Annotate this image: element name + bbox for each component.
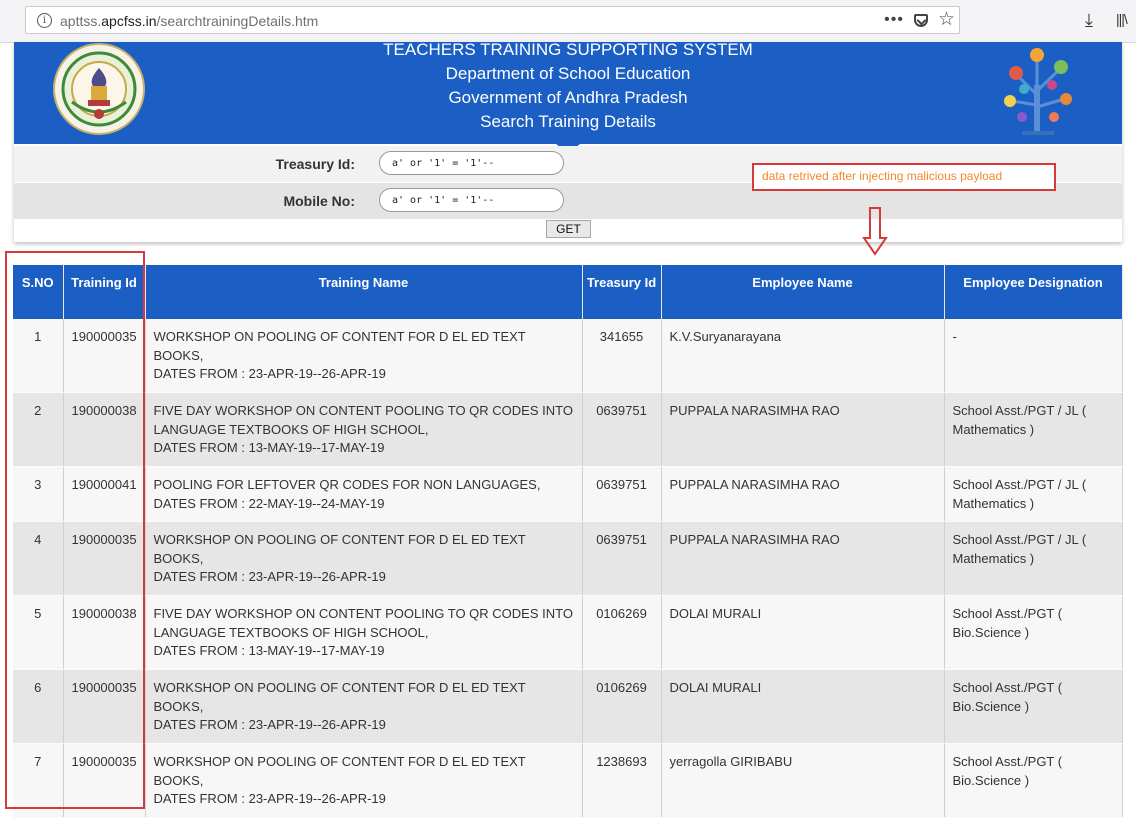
table-header-row: S.NO Training Id Training Name Treasury …	[13, 265, 1123, 319]
pocket-icon[interactable]	[913, 13, 928, 27]
cell-employee-name: PUPPALA NARASIMHA RAO	[661, 521, 945, 596]
training-dates: DATES FROM : 13-MAY-19--17-MAY-19	[153, 643, 385, 658]
cell-training-name: WORKSHOP ON POOLING OF CONTENT FOR D EL …	[145, 319, 583, 393]
cell-training-name: WORKSHOP ON POOLING OF CONTENT FOR D EL …	[145, 743, 583, 818]
annotation-box: data retrived after injecting malicious …	[752, 163, 1056, 191]
training-dates: DATES FROM : 22-MAY-19--24-MAY-19	[153, 495, 385, 511]
cell-designation: School Asst./PGT ( Bio.Science )	[944, 669, 1123, 744]
cell-training-name: FIVE DAY WORKSHOP ON CONTENT POOLING TO …	[145, 392, 583, 467]
cell-training-name: POOLING FOR LEFTOVER QR CODES FOR NON LA…	[145, 466, 583, 522]
table-row: 2 190000038 FIVE DAY WORKSHOP ON CONTENT…	[13, 392, 1123, 467]
department-title: Department of School Education	[445, 64, 691, 83]
cell-treasury-id: 0639751	[582, 466, 662, 522]
address-bar[interactable]: i apttss.apcfss.in/searchtrainingDetails…	[25, 6, 960, 34]
header-banner: TEACHERS TRAINING SUPPORTING SYSTEM Depa…	[14, 40, 1122, 144]
training-dates: DATES FROM : 13-MAY-19--17-MAY-19	[153, 440, 385, 455]
training-title: WORKSHOP ON POOLING OF CONTENT FOR D EL …	[153, 680, 526, 714]
system-title: TEACHERS TRAINING SUPPORTING SYSTEM	[383, 40, 753, 59]
cell-treasury-id: 0639751	[582, 392, 662, 467]
table-row: 6 190000035 WORKSHOP ON POOLING OF CONTE…	[13, 669, 1123, 744]
table-row: 5 190000038 FIVE DAY WORKSHOP ON CONTENT…	[13, 595, 1123, 670]
cell-training-name: WORKSHOP ON POOLING OF CONTENT FOR D EL …	[145, 521, 583, 596]
training-title: WORKSHOP ON POOLING OF CONTENT FOR D EL …	[153, 532, 526, 566]
knowledge-tree-icon	[1004, 48, 1072, 135]
page-title: Search Training Details	[480, 112, 656, 131]
col-header-employee-name[interactable]: Employee Name	[661, 265, 945, 319]
cell-treasury-id: 341655	[582, 319, 662, 393]
cell-employee-name: DOLAI MURALI	[661, 669, 945, 744]
cell-treasury-id: 1238693	[582, 743, 662, 818]
training-dates: DATES FROM : 23-APR-19--26-APR-19	[153, 569, 386, 584]
training-dates: DATES FROM : 23-APR-19--26-APR-19	[153, 717, 386, 732]
search-panel: TEACHERS TRAINING SUPPORTING SYSTEM Depa…	[14, 40, 1122, 242]
cell-training-name: WORKSHOP ON POOLING OF CONTENT FOR D EL …	[145, 669, 583, 744]
table-row: 1 190000035 WORKSHOP ON POOLING OF CONTE…	[13, 319, 1123, 393]
cell-designation: School Asst./PGT / JL ( Mathematics )	[944, 521, 1123, 596]
treasury-id-input[interactable]	[379, 151, 564, 175]
mobile-no-input[interactable]	[379, 188, 564, 212]
training-title: FIVE DAY WORKSHOP ON CONTENT POOLING TO …	[153, 606, 573, 640]
training-dates: DATES FROM : 23-APR-19--26-APR-19	[153, 791, 386, 806]
table-row: 3 190000041 POOLING FOR LEFTOVER QR CODE…	[13, 466, 1123, 522]
training-title: FIVE DAY WORKSHOP ON CONTENT POOLING TO …	[153, 403, 573, 437]
treasury-label: Treasury Id:	[275, 156, 355, 172]
download-icon[interactable]: ⤓	[1085, 10, 1093, 31]
training-dates: DATES FROM : 23-APR-19--26-APR-19	[153, 366, 386, 381]
col-header-training-name[interactable]: Training Name	[145, 265, 583, 319]
training-title: WORKSHOP ON POOLING OF CONTENT FOR D EL …	[153, 329, 526, 363]
cell-employee-name: yerragolla GIRIBABU	[661, 743, 945, 818]
get-button[interactable]: GET	[546, 220, 591, 238]
cell-treasury-id: 0106269	[582, 669, 662, 744]
url-actions: ••• ☆	[884, 10, 955, 30]
cell-treasury-id: 0106269	[582, 595, 662, 670]
col-header-treasury-id[interactable]: Treasury Id	[582, 265, 662, 319]
col-header-designation[interactable]: Employee Designation	[944, 265, 1123, 319]
cell-employee-name: PUPPALA NARASIMHA RAO	[661, 392, 945, 467]
cell-designation: School Asst./PGT / JL ( Mathematics )	[944, 392, 1123, 467]
cell-designation: -	[944, 319, 1123, 393]
down-arrow-icon	[862, 207, 888, 256]
training-title: POOLING FOR LEFTOVER QR CODES FOR NON LA…	[153, 477, 541, 492]
browser-toolbar: i apttss.apcfss.in/searchtrainingDetails…	[0, 0, 1136, 43]
cell-employee-name: DOLAI MURALI	[661, 595, 945, 670]
training-title: WORKSHOP ON POOLING OF CONTENT FOR D EL …	[153, 754, 526, 788]
mobile-label: Mobile No:	[283, 193, 355, 209]
url-text[interactable]: apttss.apcfss.in/searchtrainingDetails.h…	[60, 13, 318, 29]
cell-employee-name: K.V.Suryanarayana	[661, 319, 945, 393]
library-icon[interactable]: |||\	[1116, 11, 1128, 27]
table-row: 7 190000035 WORKSHOP ON POOLING OF CONTE…	[13, 743, 1123, 818]
cell-training-name: FIVE DAY WORKSHOP ON CONTENT POOLING TO …	[145, 595, 583, 670]
table-row: 4 190000035 WORKSHOP ON POOLING OF CONTE…	[13, 521, 1123, 596]
cell-designation: School Asst./PGT ( Bio.Science )	[944, 743, 1123, 818]
page-info-icon[interactable]: i	[37, 13, 52, 28]
annotation-text: data retrived after injecting malicious …	[762, 169, 1003, 183]
page-actions-icon[interactable]: •••	[884, 11, 904, 29]
cell-treasury-id: 0639751	[582, 521, 662, 596]
training-results-table: S.NO Training Id Training Name Treasury …	[13, 265, 1123, 818]
bookmark-star-icon[interactable]: ☆	[938, 10, 955, 29]
cell-designation: School Asst./PGT ( Bio.Science )	[944, 595, 1123, 670]
cell-designation: School Asst./PGT / JL ( Mathematics )	[944, 466, 1123, 522]
column-highlight-box	[5, 251, 145, 809]
cell-employee-name: PUPPALA NARASIMHA RAO	[661, 466, 945, 522]
government-title: Government of Andhra Pradesh	[448, 88, 688, 107]
